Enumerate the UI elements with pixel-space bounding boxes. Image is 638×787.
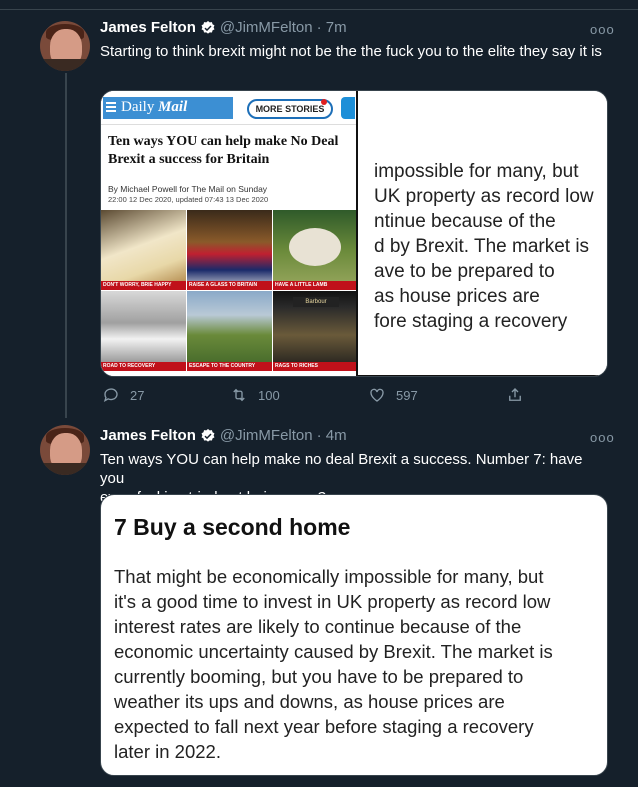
more-icon[interactable]: ooo <box>590 22 615 37</box>
like-button[interactable]: 597 <box>368 386 418 404</box>
cropped-article-text: e impossible for many, but UK property a… <box>356 91 607 376</box>
cropped-line: d by Brexit. The market is <box>374 236 590 257</box>
cropped-line: fore staging a recovery <box>374 311 568 332</box>
thread-connector-line <box>65 73 67 418</box>
shop-sign: Barbour <box>293 297 339 307</box>
retweet-button[interactable]: 100 <box>230 386 280 404</box>
tile-glass: RAISE A GLASS TO BRITAIN <box>187 210 272 290</box>
cropped-line: UK property as record low <box>374 186 594 207</box>
tile-country: ESCAPE TO THE COUNTRY <box>187 291 272 371</box>
tile-caption: ROAD TO RECOVERY <box>101 362 186 371</box>
tweet-timestamp[interactable]: · 4m <box>317 427 347 444</box>
article-image-grid: DON'T WORRY, BRIE HAPPY RAISE A GLASS TO… <box>101 210 358 371</box>
timeline-divider <box>0 0 638 10</box>
verified-badge-icon <box>201 428 215 442</box>
search-icon <box>341 97 355 119</box>
tile-car: ROAD TO RECOVERY <box>101 291 186 371</box>
body-line: it's a good time to invest in UK propert… <box>114 591 551 612</box>
cropped-line: impossible for many, but <box>374 161 579 182</box>
tweet-actions: 27 100 597 <box>100 386 530 406</box>
more-stories-button: MORE STORIES <box>247 99 333 119</box>
tile-caption: DON'T WORRY, BRIE HAPPY <box>101 281 186 290</box>
tweet-header: James Felton @JimMFelton · 4m <box>100 427 347 444</box>
daily-mail-logo: Daily Mail <box>103 97 233 119</box>
tweet-media[interactable]: 7 Buy a second home That might be econom… <box>100 494 608 776</box>
display-name[interactable]: James Felton <box>100 427 196 444</box>
article-section-title: 7 Buy a second home <box>114 514 351 540</box>
article-dateline: 22:00 12 Dec 2020, updated 07:43 13 Dec … <box>108 195 269 204</box>
tweet-text-line: Ten ways YOU can help make no deal Brexi… <box>100 451 583 487</box>
display-name[interactable]: James Felton <box>100 19 196 36</box>
notification-dot <box>321 99 327 105</box>
user-handle[interactable]: @JimMFelton <box>220 427 313 444</box>
tile-caption: RAISE A GLASS TO BRITAIN <box>187 281 272 290</box>
body-line: later in 2022. <box>114 741 221 762</box>
article-section-body: That might be economically impossible fo… <box>114 564 553 764</box>
cropped-line: as house prices are <box>374 286 540 307</box>
retweet-icon <box>233 388 245 402</box>
body-line: weather its ups and downs, as house pric… <box>114 691 505 712</box>
article-headline: Ten ways YOU can help make No Deal Brexi… <box>108 134 339 167</box>
tile-shop: Barbour RAGS TO RICHES <box>273 291 358 371</box>
daily-mail-header: Daily Mail MORE STORIES <box>101 91 356 125</box>
reply-count: 27 <box>130 387 145 403</box>
tweet-timestamp[interactable]: · 7m <box>317 19 347 36</box>
like-count: 597 <box>396 387 418 403</box>
share-button[interactable] <box>506 386 534 404</box>
body-line: economic uncertainty caused by Brexit. T… <box>114 641 553 662</box>
avatar[interactable] <box>40 425 90 475</box>
cropped-line: ntinue because of the <box>374 211 556 232</box>
reply-button[interactable]: 27 <box>102 386 144 404</box>
cropped-line: ave to be prepared to <box>374 261 555 282</box>
body-line: expected to fall next year before stagin… <box>114 716 534 737</box>
menu-icon <box>106 102 116 114</box>
tweet-text: Starting to think brexit might not be th… <box>100 43 602 60</box>
tile-caption: ESCAPE TO THE COUNTRY <box>187 362 272 371</box>
verified-badge-icon <box>201 20 215 34</box>
reply-icon <box>103 388 118 403</box>
tweet-header: James Felton @JimMFelton · 7m <box>100 19 347 36</box>
article-byline: By Michael Powell for The Mail on Sunday <box>108 184 268 194</box>
logo-prefix: Daily <box>121 99 155 115</box>
body-line: That might be economically impossible fo… <box>114 566 544 587</box>
tweet-media[interactable]: Daily Mail MORE STORIES Ten ways YOU can… <box>100 90 608 377</box>
retweet-count: 100 <box>258 387 280 403</box>
tile-lamb: HAVE A LITTLE LAMB <box>273 210 358 290</box>
like-icon <box>370 388 384 402</box>
daily-mail-screenshot: Daily Mail MORE STORIES Ten ways YOU can… <box>101 91 358 376</box>
avatar[interactable] <box>40 21 90 71</box>
user-handle[interactable]: @JimMFelton <box>220 19 313 36</box>
body-line: currently booming, but you have to be pr… <box>114 666 524 687</box>
body-line: interest rates are likely to continue be… <box>114 616 522 637</box>
share-icon <box>509 388 521 401</box>
cropped-body: impossible for many, but UK property as … <box>374 159 594 334</box>
more-stories-label: MORE STORIES <box>255 104 325 114</box>
more-icon[interactable]: ooo <box>590 430 615 445</box>
tile-brie: DON'T WORRY, BRIE HAPPY <box>101 210 186 290</box>
tile-caption: HAVE A LITTLE LAMB <box>273 281 358 290</box>
tile-caption: RAGS TO RICHES <box>273 362 358 371</box>
logo-name: Mail <box>158 99 188 115</box>
sheep-image <box>289 228 341 266</box>
